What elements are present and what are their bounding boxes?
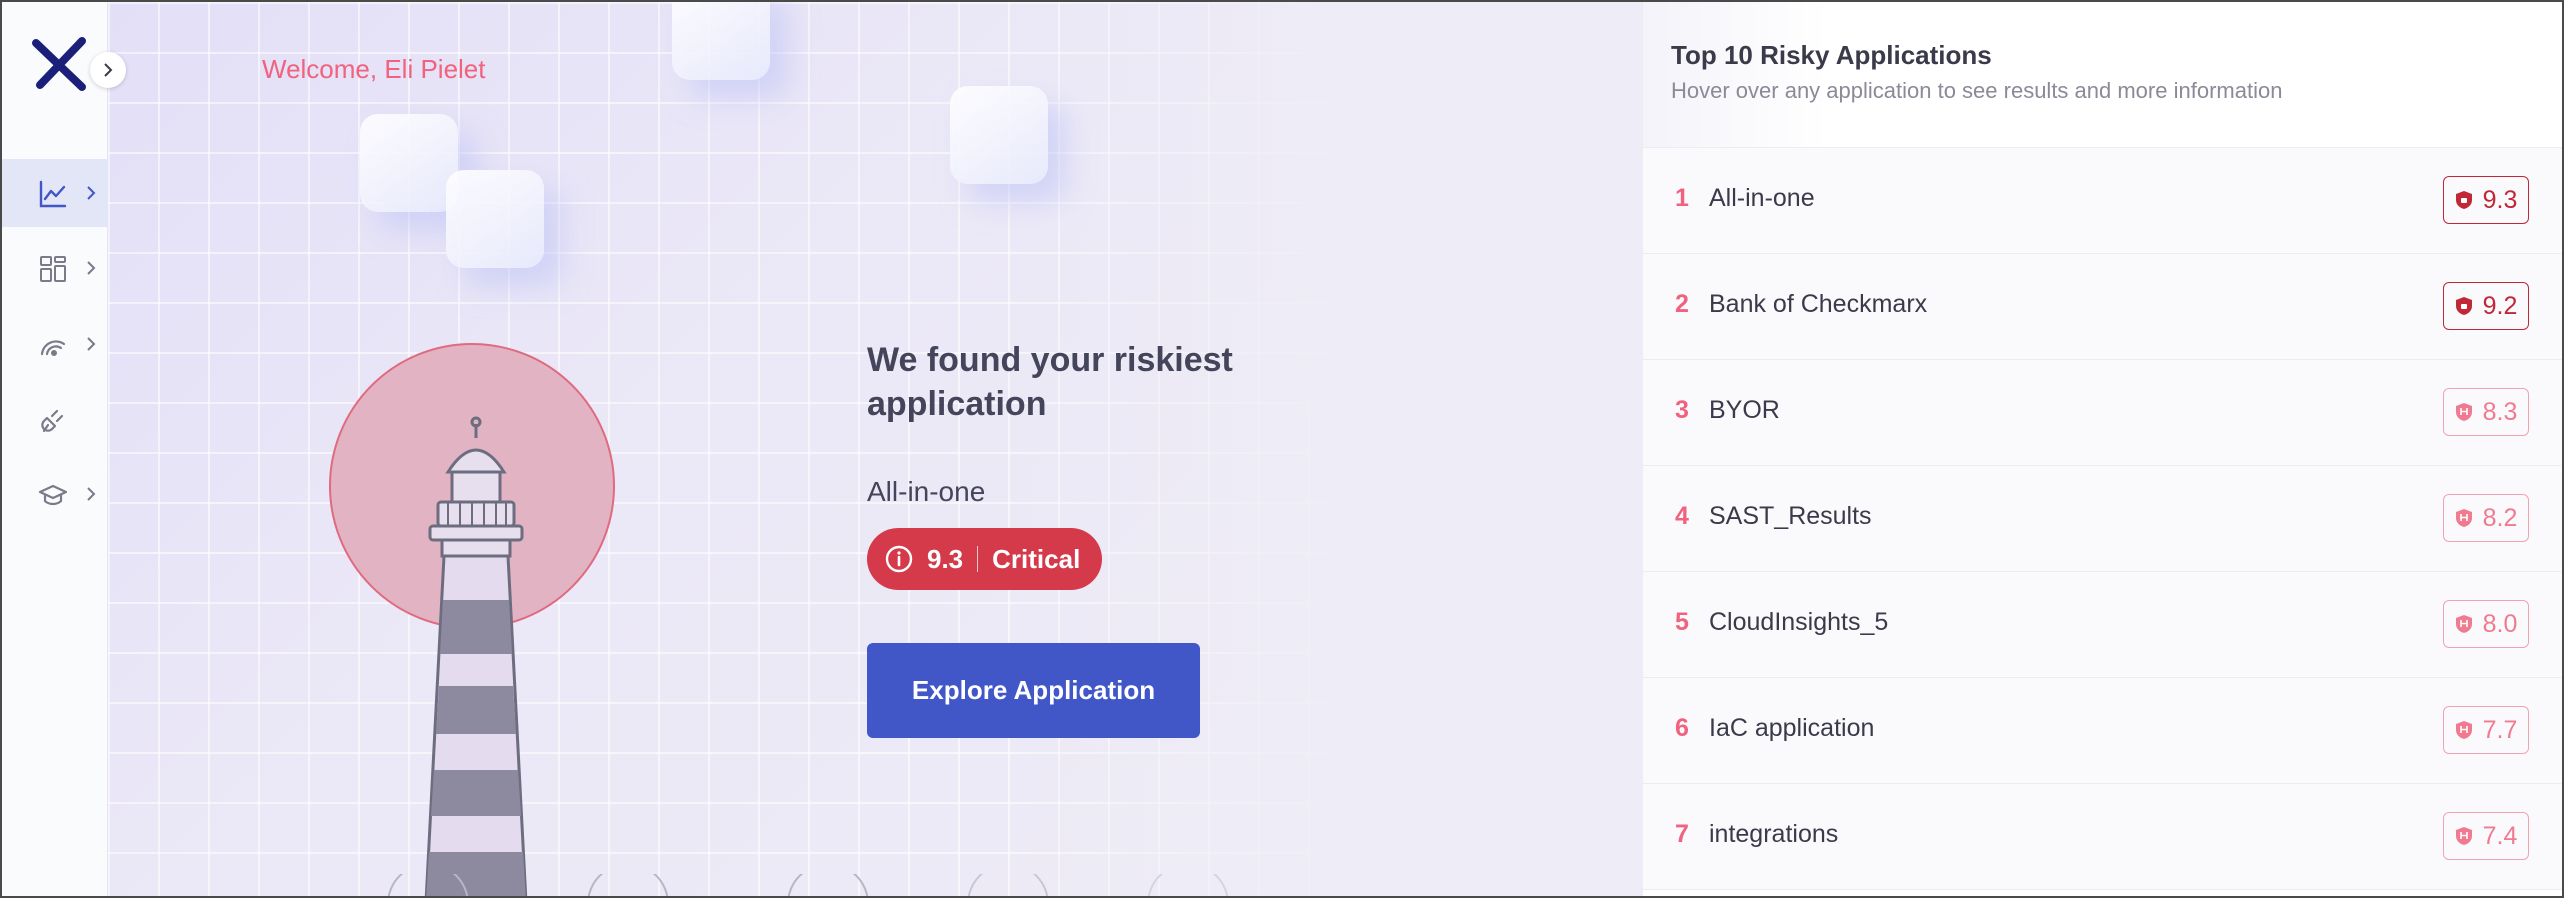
app-name: CloudInsights_5 — [1709, 608, 1889, 636]
risky-app-row[interactable]: 4 SAST_Results 8.2 — [1643, 466, 2562, 572]
app-score-value: 9.2 — [2482, 291, 2518, 320]
app-score-value: 7.7 — [2482, 715, 2518, 744]
sidebar-item-learning[interactable] — [2, 460, 108, 528]
app-name: All-in-one — [1709, 184, 1815, 212]
app-name: BYOR — [1709, 396, 1780, 424]
risky-app-row[interactable]: 2 Bank of Checkmarx 9.2 — [1643, 254, 2562, 360]
welcome-message: Welcome, Eli Pielet — [262, 54, 486, 84]
risky-app-row[interactable]: 6 IaC application 7.7 — [1643, 678, 2562, 784]
top-risky-apps-panel: Top 10 Risky Applications Hover over any… — [1642, 2, 2562, 896]
riskiest-app-hero: Welcome, Eli Pielet We found your riskie… — [108, 2, 1642, 896]
panel-title: Top 10 Risky Applications — [1671, 40, 1992, 70]
app-risk-score: 7.4 — [2443, 812, 2529, 860]
sidebar — [2, 2, 108, 896]
shield-icon — [2455, 297, 2472, 315]
app-rank: 2 — [1675, 290, 1689, 318]
lighthouse-illustration — [329, 343, 615, 896]
info-icon — [885, 545, 913, 573]
app-risk-score: 7.7 — [2443, 706, 2529, 754]
app-score-value: 8.3 — [2482, 397, 2518, 426]
app-score-value: 9.3 — [2482, 185, 2518, 214]
app-rank: 7 — [1675, 820, 1689, 848]
explore-application-button[interactable]: Explore Application — [867, 643, 1200, 738]
chevron-right-icon — [87, 487, 96, 501]
app-window: Welcome, Eli Pielet We found your riskie… — [0, 0, 2564, 898]
expand-sidebar-button[interactable] — [90, 52, 126, 88]
sidebar-item-analytics[interactable] — [2, 159, 108, 227]
app-score-value: 8.0 — [2482, 609, 2518, 638]
panel-header: Top 10 Risky Applications Hover over any… — [1643, 2, 2562, 148]
panel-subtitle: Hover over any application to see result… — [1671, 78, 2283, 103]
shield-icon — [2455, 721, 2472, 739]
risk-level: Critical — [992, 543, 1081, 574]
risky-app-row[interactable]: 3 BYOR 8.3 — [1643, 360, 2562, 466]
chevron-right-icon — [87, 261, 96, 275]
badge-divider — [977, 546, 979, 572]
app-risk-score: 9.3 — [2443, 176, 2529, 224]
decorative-arcs — [387, 874, 1229, 896]
shield-icon — [2455, 827, 2472, 845]
risk-score-badge: 9.3 Critical — [867, 528, 1102, 590]
riskiest-app-heading: We found your riskiest application — [867, 341, 1233, 423]
chevron-right-icon — [104, 63, 113, 77]
app-rank: 1 — [1675, 184, 1689, 212]
risk-score: 9.3 — [927, 543, 964, 574]
plug-icon — [41, 409, 64, 433]
riskiest-app-name: All-in-one — [867, 476, 986, 507]
app-rank: 4 — [1675, 502, 1689, 530]
app-name: SAST_Results — [1709, 502, 1872, 530]
graduation-cap-icon — [38, 484, 68, 506]
shield-icon — [2455, 191, 2472, 209]
app-rank: 6 — [1675, 714, 1689, 742]
checkmarx-logo[interactable] — [30, 35, 90, 95]
chevron-right-icon — [87, 337, 96, 351]
app-score-value: 8.2 — [2482, 503, 2518, 532]
grid-fade — [1008, 2, 1642, 896]
app-risk-score: 8.0 — [2443, 600, 2529, 648]
shield-icon — [2455, 615, 2472, 633]
decorative-cube — [446, 170, 544, 268]
app-name: Bank of Checkmarx — [1709, 290, 1928, 318]
app-risk-score: 8.3 — [2443, 388, 2529, 436]
chevron-right-icon — [87, 186, 96, 200]
app-name: IaC application — [1709, 714, 1875, 742]
decorative-cube — [672, 2, 770, 80]
sidebar-item-scans[interactable] — [2, 310, 108, 378]
shield-icon — [2455, 403, 2472, 421]
sidebar-item-dashboards[interactable] — [2, 234, 108, 302]
app-risk-score: 8.2 — [2443, 494, 2529, 542]
shield-icon — [2455, 509, 2472, 527]
sidebar-item-integrations[interactable] — [2, 385, 108, 453]
risky-app-row[interactable]: 5 CloudInsights_5 8.0 — [1643, 572, 2562, 678]
app-risk-score: 9.2 — [2443, 282, 2529, 330]
app-rank: 3 — [1675, 396, 1689, 424]
decorative-cube — [950, 86, 1048, 184]
decorative-cube — [360, 114, 458, 212]
risky-app-row[interactable]: 7 integrations 7.4 — [1643, 784, 2562, 890]
app-rank: 5 — [1675, 608, 1689, 636]
app-score-value: 7.4 — [2482, 821, 2518, 850]
radar-icon — [40, 340, 66, 356]
chart-line-icon — [39, 180, 67, 208]
risky-app-row[interactable]: 1 All-in-one 9.3 — [1643, 148, 2562, 254]
dashboard-grid-icon — [40, 256, 66, 282]
app-name: integrations — [1709, 820, 1839, 848]
